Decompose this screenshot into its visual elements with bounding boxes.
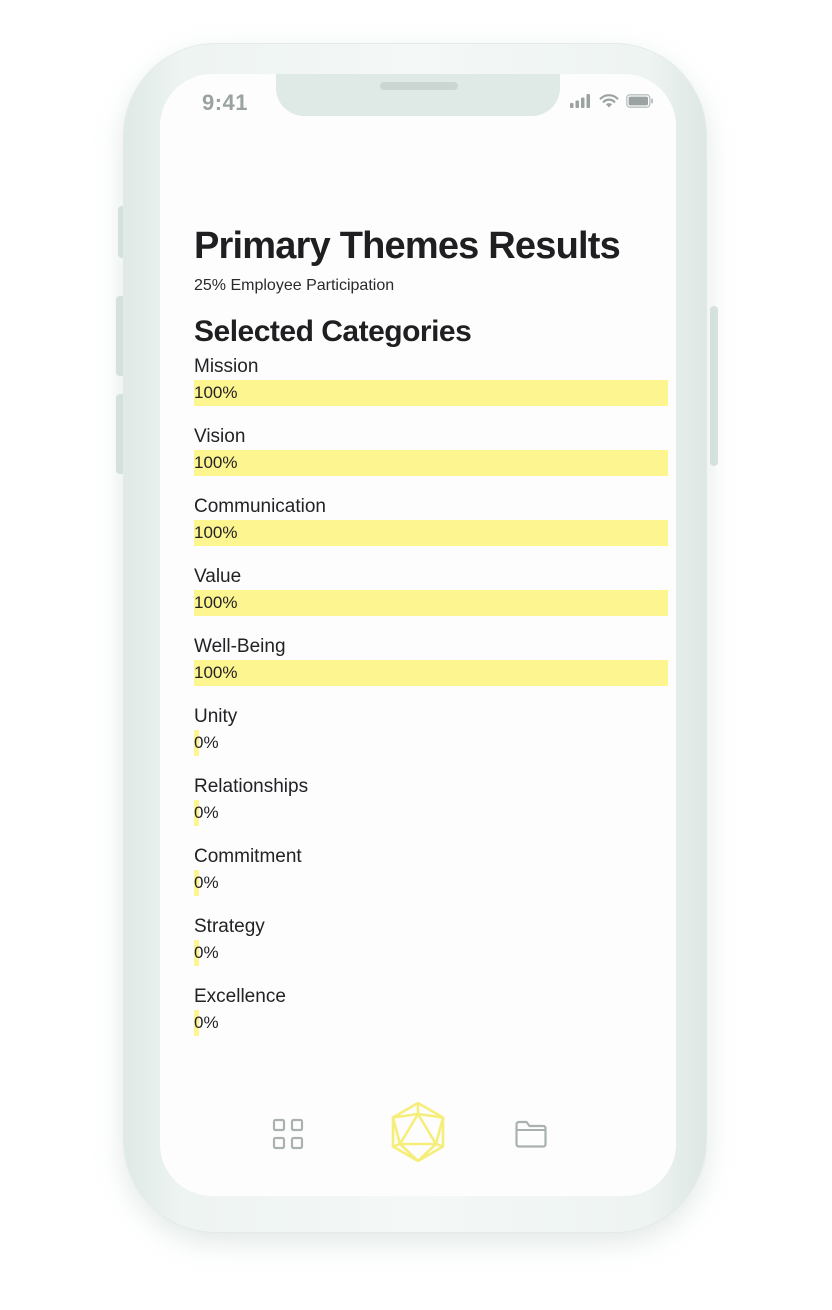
- category-percent: 100%: [194, 383, 238, 402]
- tab-files[interactable]: [512, 1116, 550, 1152]
- category-bar-fill: [194, 590, 668, 616]
- category-item: Strategy 0%: [194, 915, 668, 985]
- category-bar: 0%: [194, 1010, 668, 1036]
- folder-icon: [515, 1120, 547, 1148]
- status-icons: [570, 94, 654, 108]
- category-item: Relationships 0%: [194, 775, 668, 845]
- category-label: Strategy: [194, 916, 265, 937]
- category-label: Commitment: [194, 846, 302, 867]
- category-bar-fill: [194, 380, 668, 406]
- category-percent: 0%: [194, 733, 219, 752]
- status-time: 9:41: [202, 90, 249, 115]
- category-bar: 100%: [194, 380, 668, 406]
- tab-home[interactable]: [386, 1100, 450, 1164]
- category-label: Relationships: [194, 776, 309, 797]
- category-list: Mission 100% Vision 100% Communication 1…: [194, 355, 668, 1055]
- category-item: Value 100%: [194, 565, 668, 635]
- section-title: Selected Categories: [194, 315, 472, 348]
- participation-text: 25% Employee Participation: [194, 277, 395, 294]
- category-percent: 100%: [194, 663, 238, 682]
- category-bar: 0%: [194, 940, 668, 966]
- category-item: Well-Being 100%: [194, 635, 668, 705]
- speaker-grille: [380, 82, 458, 90]
- icosahedron-icon: [391, 1101, 445, 1163]
- category-bar: 0%: [194, 870, 668, 896]
- category-label: Value: [194, 566, 242, 587]
- phone-screen: 9:41 Primary Themes Results 25% Employee: [160, 74, 676, 1196]
- category-label: Vision: [194, 426, 246, 447]
- category-bar: 100%: [194, 520, 668, 546]
- notch: [276, 74, 560, 116]
- category-percent: 100%: [194, 593, 238, 612]
- page-title: Primary Themes Results: [194, 225, 621, 267]
- cellular-signal-icon: [570, 94, 590, 108]
- device-mockup: 9:41 Primary Themes Results 25% Employee: [0, 0, 832, 1310]
- category-item: Commitment 0%: [194, 845, 668, 915]
- category-item: Excellence 0%: [194, 985, 668, 1055]
- category-item: Mission 100%: [194, 355, 668, 425]
- category-item: Vision 100%: [194, 425, 668, 495]
- grid-icon: [272, 1118, 304, 1150]
- power-button: [710, 306, 718, 466]
- category-label: Unity: [194, 706, 238, 727]
- category-label: Excellence: [194, 986, 286, 1007]
- category-bar: 0%: [194, 800, 668, 826]
- tab-bar: [160, 1096, 676, 1166]
- category-percent: 0%: [194, 803, 219, 822]
- category-label: Well-Being: [194, 636, 286, 657]
- category-percent: 0%: [194, 943, 219, 962]
- results-content: Primary Themes Results 25% Employee Part…: [194, 224, 668, 1055]
- category-bar: 100%: [194, 590, 668, 616]
- category-percent: 100%: [194, 453, 238, 472]
- category-item: Unity 0%: [194, 705, 668, 775]
- category-label: Mission: [194, 356, 259, 377]
- category-percent: 100%: [194, 523, 238, 542]
- category-bar: 100%: [194, 450, 668, 476]
- category-bar-fill: [194, 660, 668, 686]
- wifi-icon: [599, 94, 619, 108]
- category-bar-fill: [194, 520, 668, 546]
- category-percent: 0%: [194, 1013, 219, 1032]
- category-bar-fill: [194, 450, 668, 476]
- battery-icon: [626, 94, 653, 108]
- category-bar: 0%: [194, 730, 668, 756]
- tab-dashboard[interactable]: [270, 1116, 306, 1152]
- category-bar: 100%: [194, 660, 668, 686]
- category-percent: 0%: [194, 873, 219, 892]
- category-label: Communication: [194, 496, 326, 517]
- category-item: Communication 100%: [194, 495, 668, 565]
